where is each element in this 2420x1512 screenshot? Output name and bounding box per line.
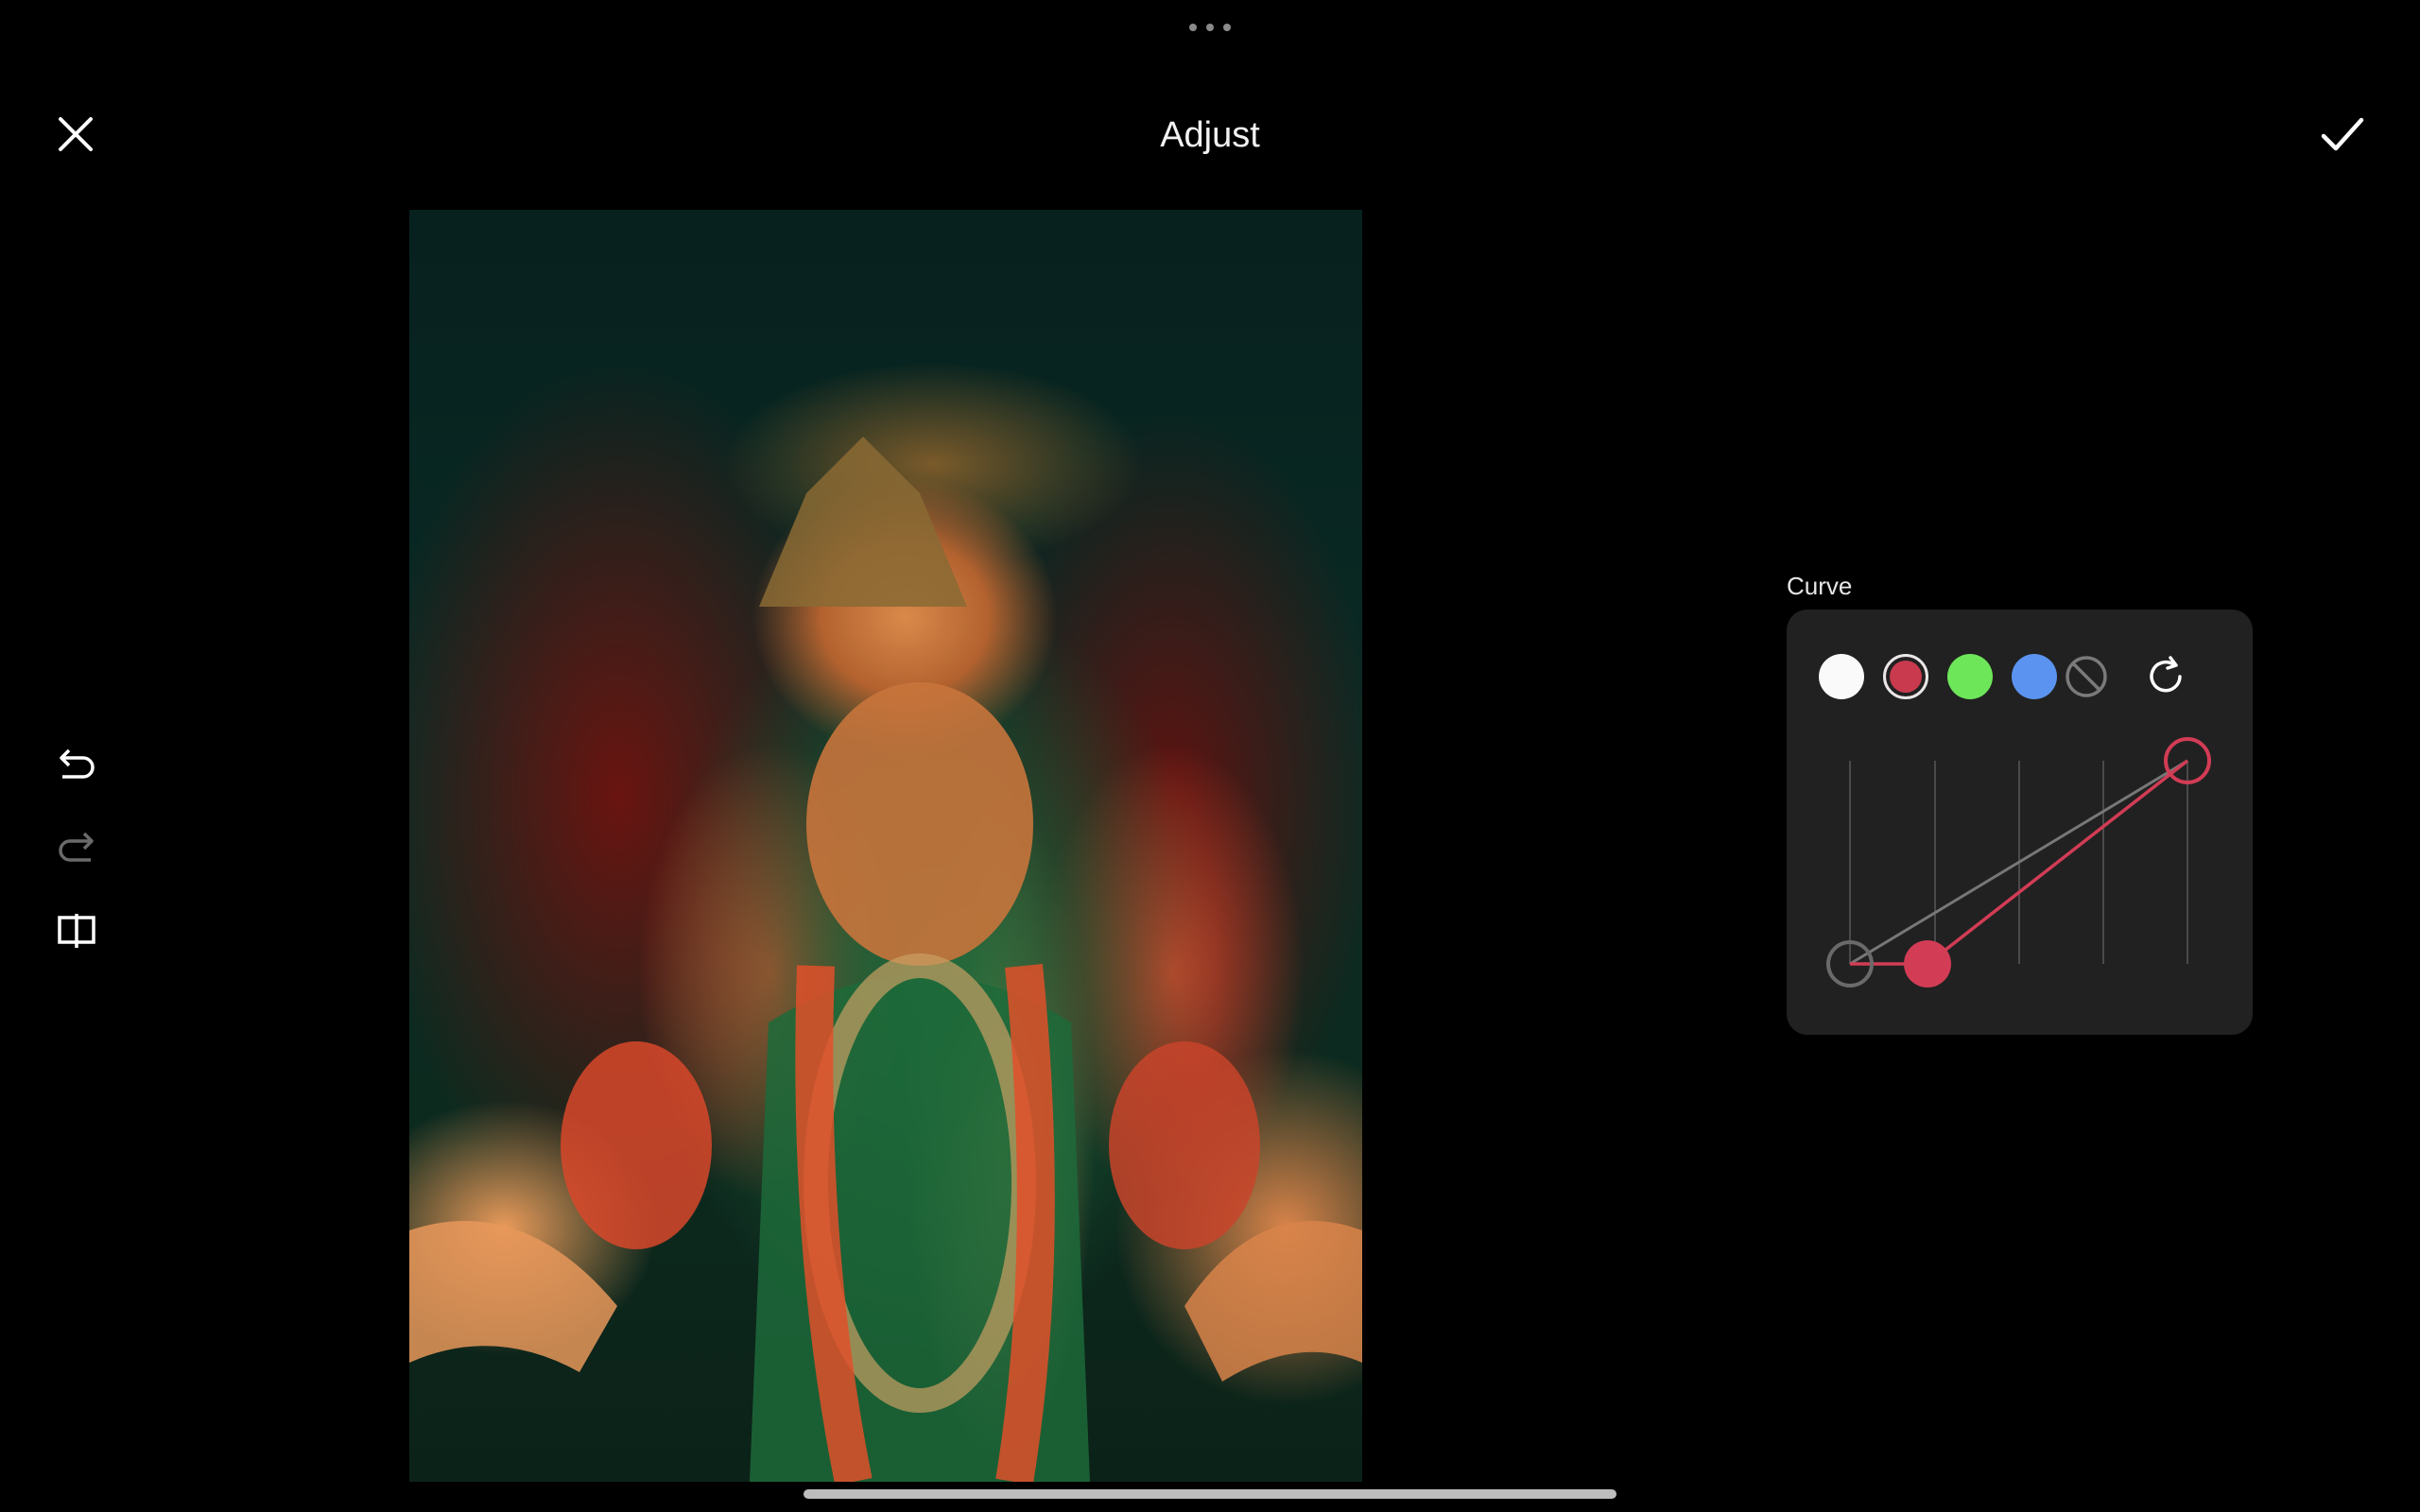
photo-preview[interactable] (409, 210, 1362, 1482)
page-title: Adjust (1160, 115, 1260, 155)
checkmark-icon (2321, 117, 2364, 151)
redo-button[interactable] (38, 809, 115, 886)
dot (1223, 24, 1231, 31)
curve-graph[interactable] (1787, 610, 2253, 1035)
confirm-button[interactable] (2295, 87, 2390, 181)
compare-icon (58, 914, 95, 948)
compare-button[interactable] (38, 892, 115, 970)
undo-button[interactable] (38, 726, 115, 803)
curve-label: Curve (1787, 572, 1853, 600)
dot (1189, 24, 1197, 31)
more-options-handle[interactable] (1189, 23, 1231, 32)
photo-artwork (409, 437, 1362, 1482)
curve-point-red-low (1904, 940, 1951, 988)
curve-panel (1787, 610, 2253, 1035)
home-indicator[interactable] (804, 1489, 1616, 1499)
dot (1206, 24, 1214, 31)
undo-icon (60, 748, 95, 779)
redo-icon (59, 832, 94, 862)
